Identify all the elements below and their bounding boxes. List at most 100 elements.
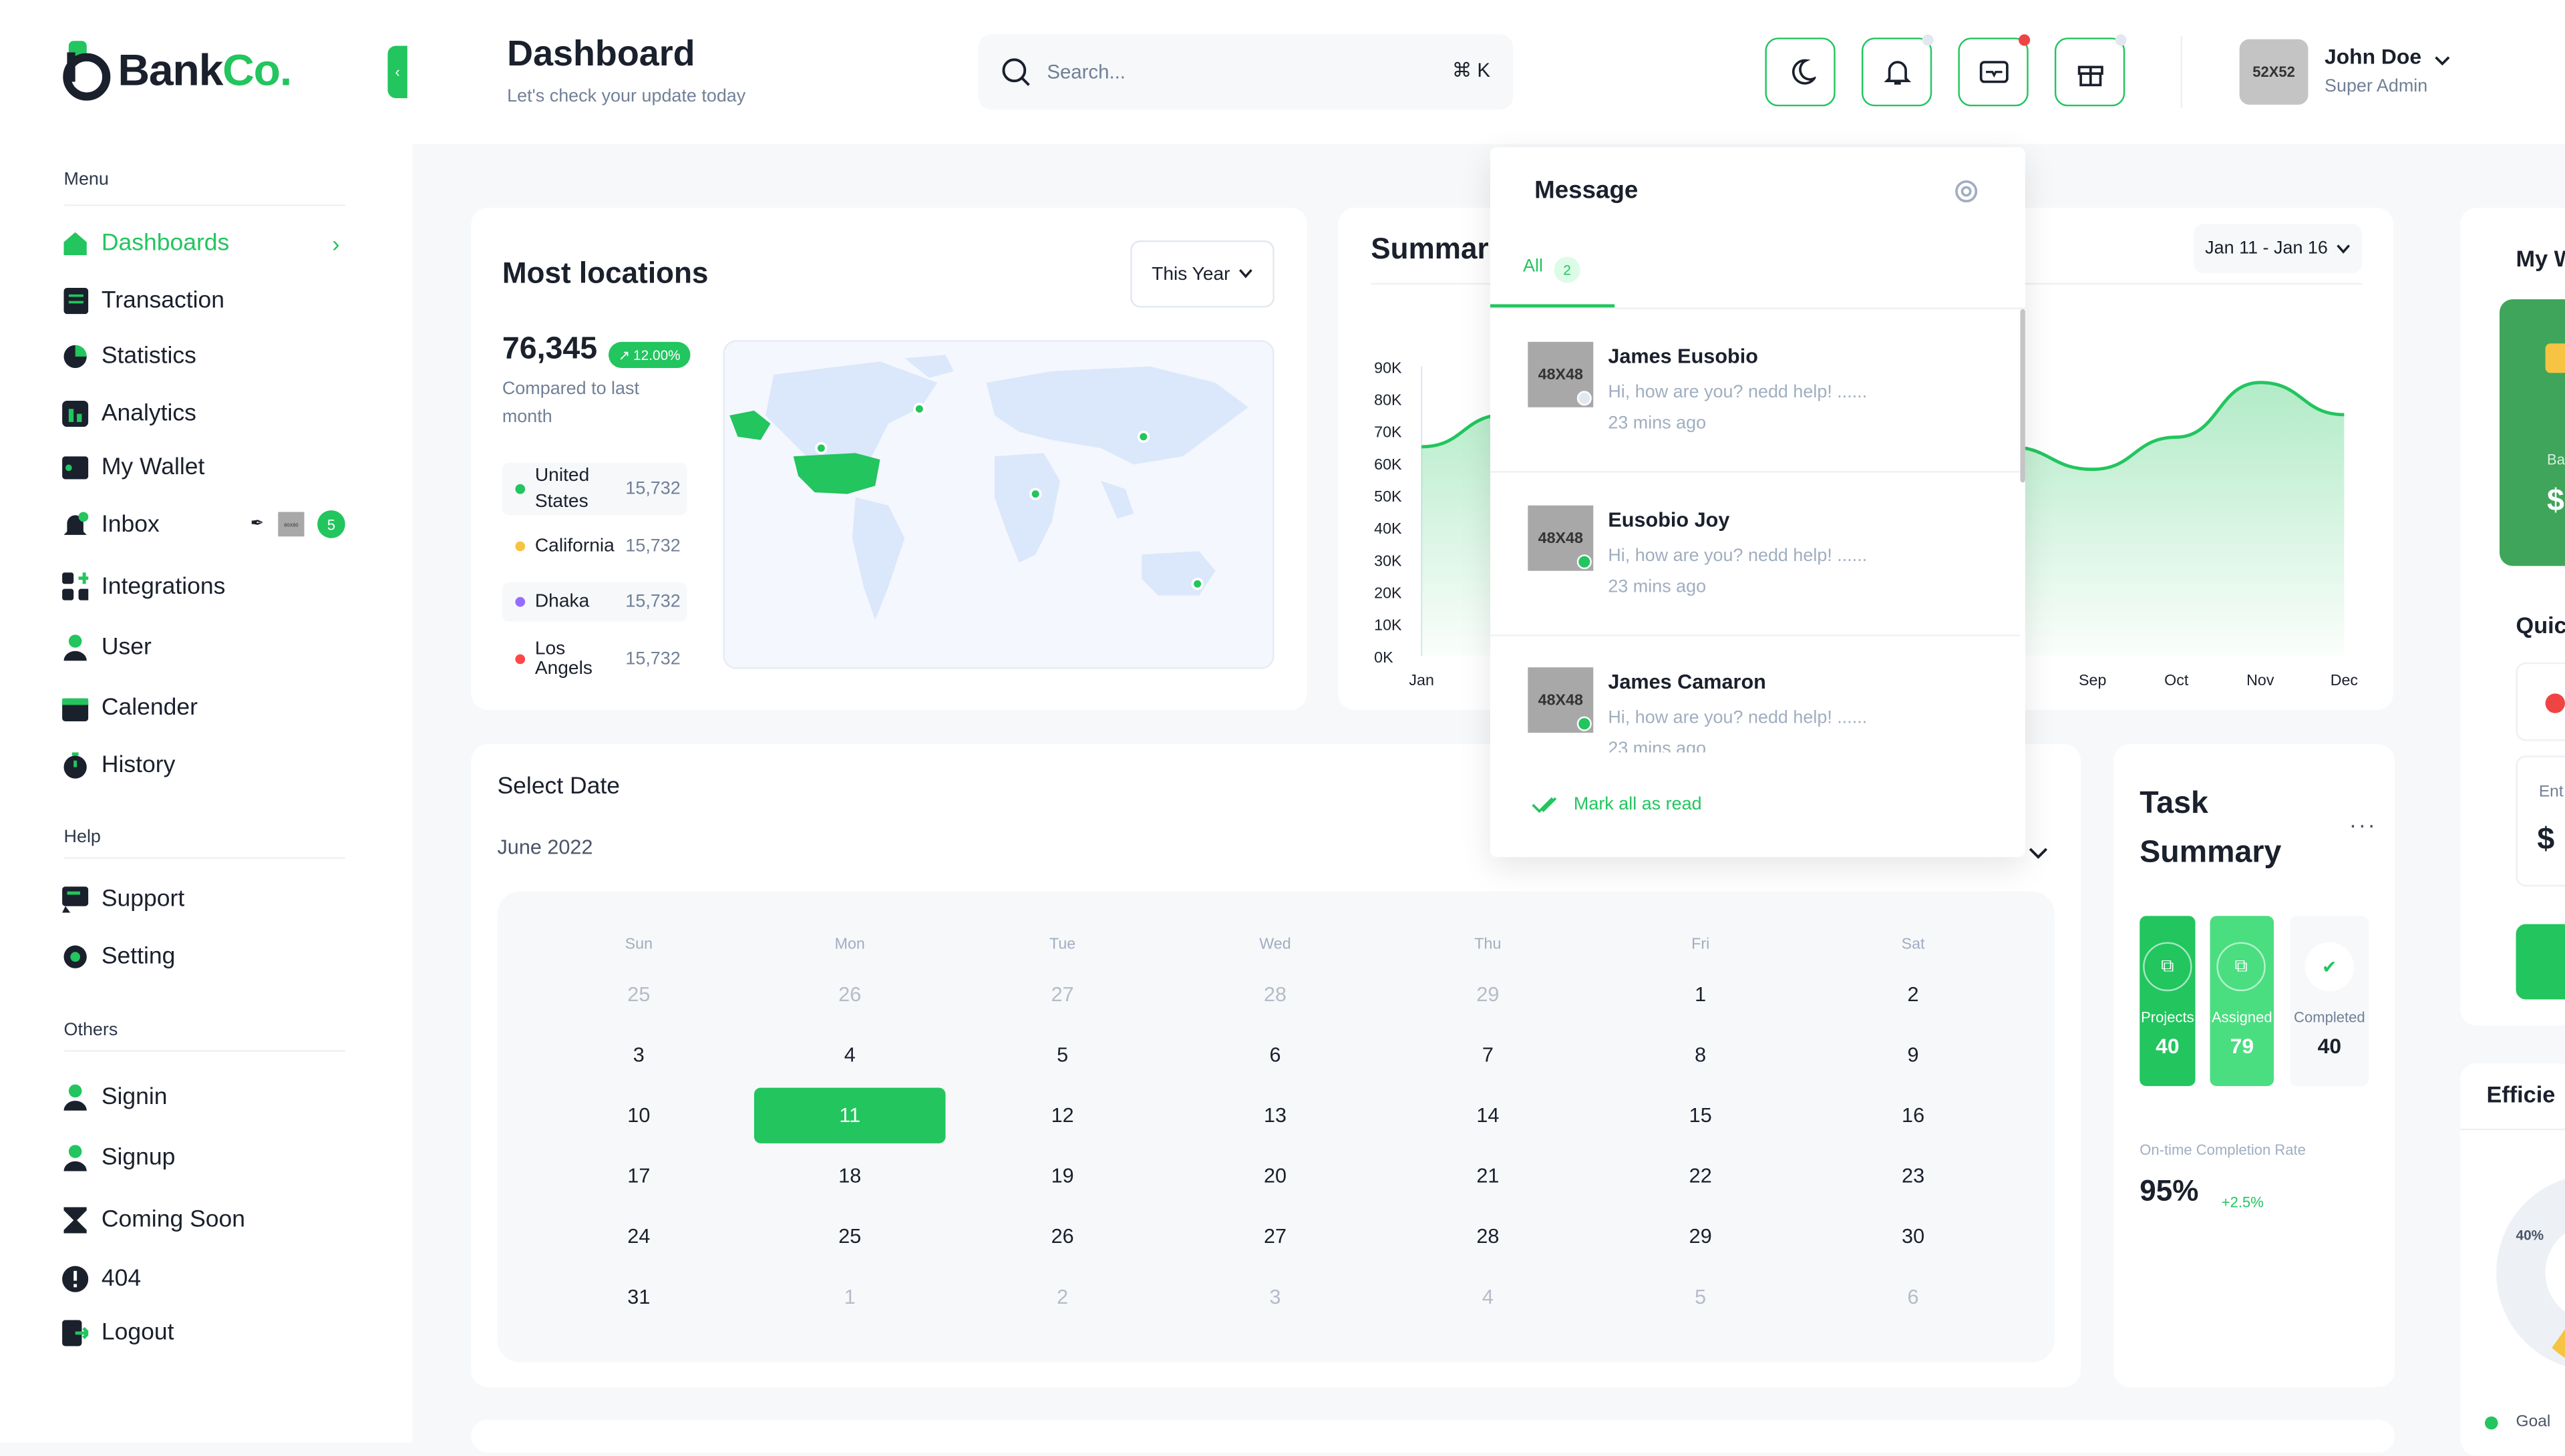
calendar-day[interactable]: 29 <box>1392 983 1584 1006</box>
inbox-thumbnail: 80X80 <box>278 512 305 537</box>
location-row[interactable]: United States 15,732 <box>502 463 687 516</box>
calendar-day[interactable]: 20 <box>1180 1165 1371 1188</box>
calendar-day[interactable]: 13 <box>1180 1104 1371 1127</box>
date-range-dropdown[interactable]: Jan 11 - Jan 16 <box>2194 224 2363 273</box>
message-item[interactable]: 48X48 James Camaron Hi, how are you? ned… <box>1490 634 2025 753</box>
year-filter-dropdown[interactable]: This Year <box>1130 240 1274 308</box>
calendar-day[interactable]: 5 <box>967 1043 1158 1066</box>
sidebar-item-signup[interactable]: Signup <box>62 1140 175 1176</box>
user-name[interactable]: John Doe <box>2325 44 2421 69</box>
amount-input[interactable] <box>2516 755 2565 887</box>
avatar[interactable]: 52X52 <box>2239 39 2308 105</box>
calendar-day[interactable]: 19 <box>967 1165 1158 1188</box>
balance-card[interactable] <box>2500 299 2565 566</box>
chevron-down-icon[interactable] <box>2029 839 2048 868</box>
calendar-day[interactable]: 3 <box>543 1043 735 1066</box>
sidebar-item-history[interactable]: History <box>62 747 175 783</box>
sidebar-item-transaction[interactable]: Transaction <box>62 283 224 319</box>
calendar-day[interactable]: 30 <box>1818 1225 2009 1248</box>
logout-icon <box>62 1320 89 1346</box>
sidebar-item-label: Transaction <box>101 288 225 315</box>
message-item[interactable]: 48X48 Eusobio Joy Hi, how are you? nedd … <box>1490 473 2025 636</box>
sidebar-item-statistics[interactable]: Statistics <box>62 339 196 375</box>
search-shortcut: ⌘ K <box>1451 59 1491 82</box>
calendar-day[interactable]: 16 <box>1818 1104 2009 1127</box>
calendar-day[interactable]: 6 <box>1180 1043 1371 1066</box>
calendar-day[interactable]: 1 <box>1604 983 1796 1006</box>
sidebar-item-dashboards[interactable]: Dashboards <box>62 226 229 262</box>
calendar-day[interactable]: 4 <box>1392 1286 1584 1308</box>
sidebar-item-integrations[interactable]: Integrations <box>62 569 225 605</box>
chevron-down-icon[interactable] <box>2434 46 2450 75</box>
calendar-day[interactable]: 8 <box>1604 1043 1796 1066</box>
sidebar-item-my-wallet[interactable]: My Wallet <box>62 449 204 486</box>
messages-button[interactable] <box>1958 34 2031 107</box>
y-tick-label: 20K <box>1374 584 1402 602</box>
calendar-day[interactable]: 5 <box>1604 1286 1796 1308</box>
calendar-day[interactable]: 29 <box>1604 1225 1796 1248</box>
brand-logo[interactable]: BankCo. <box>62 39 292 102</box>
location-row[interactable]: Los Angels 15,732 <box>502 640 687 679</box>
calendar-day[interactable]: 18 <box>754 1165 946 1188</box>
sidebar-item-analytics[interactable]: Analytics <box>62 396 196 432</box>
rate-label: On-time Completion Rate <box>2140 1141 2306 1158</box>
calendar-day[interactable]: 2 <box>967 1286 1158 1308</box>
calendar-day[interactable]: 25 <box>754 1225 946 1248</box>
mark-all-read-button[interactable]: Mark all as read <box>1531 795 1702 815</box>
world-map[interactable] <box>723 340 1274 669</box>
sidebar-item-user[interactable]: User <box>62 630 152 666</box>
message-item[interactable]: 48X48 James Eusobio Hi, how are you? ned… <box>1490 309 2025 473</box>
calendar-day[interactable]: 27 <box>1180 1225 1371 1248</box>
sidebar-item-404[interactable]: 404 <box>62 1261 141 1297</box>
calendar-day[interactable]: 25 <box>543 983 735 1006</box>
calendar-month[interactable]: June 2022 <box>497 836 592 858</box>
calendar-day[interactable]: 3 <box>1180 1286 1371 1308</box>
calendar-day[interactable]: 2 <box>1818 983 2009 1006</box>
calendar-day[interactable]: 6 <box>1818 1286 2009 1308</box>
calendar-day[interactable]: 27 <box>967 983 1158 1006</box>
notifications-button[interactable] <box>1861 34 1934 107</box>
sidebar-item-logout[interactable]: Logout <box>62 1315 174 1351</box>
more-icon[interactable]: ··· <box>2349 811 2377 838</box>
calendar-day[interactable]: 10 <box>543 1104 735 1127</box>
calendar-day[interactable]: 14 <box>1392 1104 1584 1127</box>
calendar-day[interactable]: 26 <box>967 1225 1158 1248</box>
calendar-day[interactable]: 23 <box>1818 1165 2009 1188</box>
sidebar-item-calender[interactable]: Calender <box>62 690 198 726</box>
location-row[interactable]: California 15,732 <box>502 528 687 564</box>
sidebar-item-label: Dashboards <box>101 230 230 257</box>
x-tick-label: Nov <box>2246 671 2274 689</box>
calendar-day[interactable]: 28 <box>1392 1225 1584 1248</box>
sidebar-item-coming-soon[interactable]: Coming Soon <box>62 1202 245 1238</box>
sidebar-item-setting[interactable]: Setting <box>62 939 175 975</box>
calendar-day[interactable]: 12 <box>967 1104 1158 1127</box>
sidebar-collapse-button[interactable]: ‹ <box>387 45 407 98</box>
calendar-day[interactable]: 24 <box>543 1225 735 1248</box>
entry-label: Ent <box>2538 783 2564 802</box>
calendar-day[interactable]: 1 <box>754 1286 946 1308</box>
search-input[interactable]: Search... ⌘ K <box>978 34 1514 110</box>
change-value: 12.00% <box>633 347 681 363</box>
sidebar-item-inbox[interactable]: Inbox <box>62 507 160 543</box>
calendar-day[interactable]: 9 <box>1818 1043 2009 1066</box>
calendar-day[interactable]: 15 <box>1604 1104 1796 1127</box>
gifts-button[interactable] <box>2054 34 2127 107</box>
y-tick-label: 80K <box>1374 391 1402 409</box>
sidebar-item-support[interactable]: Support <box>62 882 184 918</box>
quick-send-button[interactable] <box>2516 924 2565 1000</box>
user-icon <box>62 1084 88 1111</box>
tab-all[interactable]: All <box>1523 256 1543 276</box>
gear-icon[interactable] <box>1952 176 1981 214</box>
calendar-day[interactable]: 17 <box>543 1165 735 1188</box>
calendar-day[interactable]: 31 <box>543 1286 735 1308</box>
calendar-day[interactable]: 26 <box>754 983 946 1006</box>
calendar-day[interactable]: 21 <box>1392 1165 1584 1188</box>
theme-toggle-button[interactable] <box>1765 37 1836 107</box>
calendar-day[interactable]: 4 <box>754 1043 946 1066</box>
calendar-day[interactable]: 22 <box>1604 1165 1796 1188</box>
calendar-day[interactable]: 7 <box>1392 1043 1584 1066</box>
location-row[interactable]: Dhaka 15,732 <box>502 582 687 622</box>
calendar-day[interactable]: 28 <box>1180 983 1371 1006</box>
calendar-day-selected[interactable]: 11 <box>754 1104 946 1127</box>
sidebar-item-signin[interactable]: Signin <box>62 1079 168 1115</box>
